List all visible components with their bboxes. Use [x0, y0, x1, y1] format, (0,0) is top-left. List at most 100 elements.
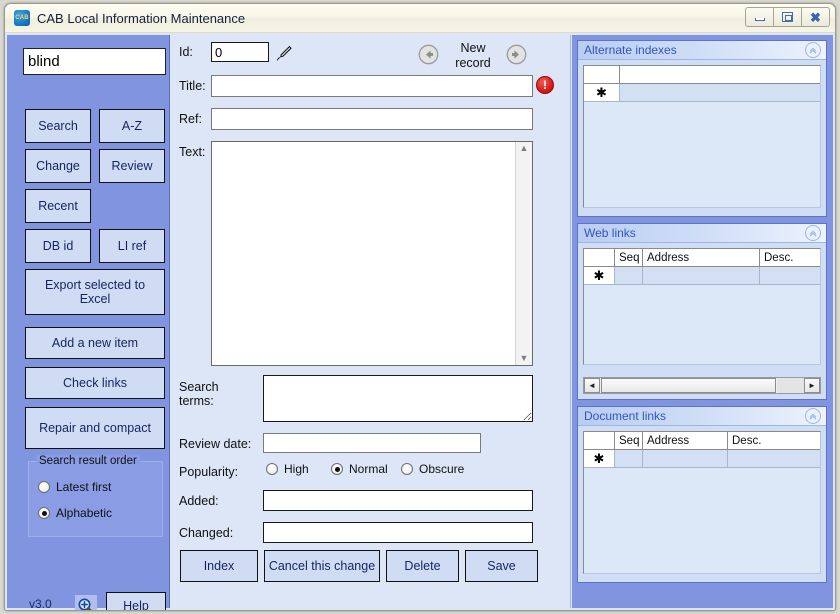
new-row-marker: ✱ — [584, 84, 620, 102]
scroll-right-icon[interactable]: ► — [804, 378, 820, 393]
pencil-icon[interactable] — [276, 45, 294, 61]
close-glyph: ✖ — [810, 9, 821, 25]
table-row[interactable]: ✱ — [584, 267, 820, 285]
changed-label: Changed: — [179, 526, 234, 540]
id-input[interactable] — [211, 42, 269, 62]
document-links-grid[interactable]: Seq Address Desc. ✱ — [583, 431, 821, 574]
added-label: Added: — [179, 494, 219, 508]
row-cell-address[interactable] — [643, 450, 728, 468]
row-cell-value[interactable] — [620, 84, 820, 102]
change-button[interactable]: Change — [25, 149, 91, 183]
changed-input[interactable] — [263, 522, 533, 543]
window-controls: ✖ — [745, 7, 830, 27]
export-to-excel-button[interactable]: Export selected to Excel — [25, 269, 165, 315]
magnifier-plus-icon[interactable] — [75, 595, 97, 610]
table-row[interactable]: ✱ — [584, 450, 820, 468]
close-icon[interactable]: ✖ — [801, 7, 830, 27]
row-cell-desc[interactable] — [728, 450, 820, 468]
scroll-down-icon[interactable]: ▼ — [520, 354, 529, 363]
window-title: CAB Local Information Maintenance — [37, 10, 246, 26]
title-input[interactable] — [211, 75, 533, 97]
db-id-button[interactable]: DB id — [25, 229, 91, 263]
radio-popularity-obscure-icon — [401, 463, 413, 475]
chevron-up-circle-icon[interactable] — [805, 225, 821, 241]
radio-latest-first-label: Latest first — [56, 480, 112, 494]
radio-popularity-high-icon — [266, 463, 278, 475]
arrow-right-circle-icon[interactable] — [506, 44, 527, 65]
arrow-left-circle-icon[interactable] — [418, 44, 439, 65]
search-terms-input[interactable] — [263, 375, 533, 422]
groupbox-title: Search result order — [36, 455, 140, 467]
radio-alphabetic-icon — [38, 507, 50, 519]
recent-button[interactable]: Recent — [25, 189, 91, 223]
radio-popularity-high[interactable]: High — [266, 462, 309, 476]
repair-and-compact-button[interactable]: Repair and compact — [25, 407, 165, 449]
radio-popularity-obscure[interactable]: Obscure — [401, 462, 464, 476]
chevron-up-circle-icon[interactable] — [805, 408, 821, 424]
scroll-thumb[interactable] — [601, 378, 776, 393]
error-badge-glyph: ! — [543, 78, 547, 92]
web-links-title: Web links — [584, 226, 636, 240]
ref-input[interactable] — [211, 108, 533, 130]
search-button[interactable]: Search — [25, 109, 91, 143]
scroll-track[interactable] — [777, 378, 804, 393]
review-date-input[interactable] — [263, 433, 481, 453]
li-ref-button[interactable]: LI ref — [99, 229, 165, 263]
search-terms-label-line2: terms: — [179, 394, 214, 409]
text-vertical-scrollbar[interactable]: ▲ ▼ — [515, 142, 532, 365]
radio-popularity-normal-label: Normal — [349, 462, 388, 476]
document-links-grid-header: Seq Address Desc. — [584, 432, 820, 450]
web-links-header: Web links — [578, 224, 826, 243]
restore-icon[interactable] — [773, 7, 802, 27]
title-bar: CAB CAB Local Information Maintenance ✖ — [5, 4, 835, 33]
index-button[interactable]: Index — [180, 550, 258, 582]
row-cell-desc[interactable] — [760, 267, 820, 285]
radio-alphabetic[interactable]: Alphabetic — [38, 506, 112, 520]
row-cell-address[interactable] — [643, 267, 760, 285]
review-date-label: Review date: — [179, 437, 252, 451]
search-result-order-groupbox: Search result order Latest first Alphabe… — [28, 455, 163, 537]
added-input[interactable] — [263, 490, 533, 511]
alternate-indexes-grid[interactable]: ✱ — [583, 65, 821, 208]
cancel-this-change-button[interactable]: Cancel this change — [264, 550, 380, 582]
column-header-marker — [584, 432, 615, 449]
row-cell-seq[interactable] — [615, 450, 643, 468]
row-cell-seq[interactable] — [615, 267, 643, 285]
review-button[interactable]: Review — [99, 149, 165, 183]
chevron-up-circle-icon[interactable] — [805, 42, 821, 58]
radio-latest-first[interactable]: Latest first — [38, 480, 111, 494]
column-header-desc: Desc. — [764, 251, 794, 264]
column-header-marker — [584, 66, 620, 83]
text-input[interactable] — [212, 142, 515, 365]
column-header-marker — [584, 249, 615, 266]
minimize-icon[interactable] — [745, 7, 774, 27]
add-new-item-button[interactable]: Add a new item — [25, 327, 165, 359]
help-button[interactable]: Help — [106, 592, 166, 610]
radio-popularity-high-label: High — [284, 462, 309, 476]
alternate-indexes-panel: Alternate indexes ✱ — [577, 40, 827, 217]
save-button[interactable]: Save — [465, 550, 538, 582]
version-label: v3.0 — [29, 597, 52, 611]
web-links-grid-header: Seq Address Desc. — [584, 249, 820, 267]
web-links-grid[interactable]: Seq Address Desc. ✱ — [583, 248, 821, 365]
new-record-line2: record — [455, 56, 491, 70]
web-links-horizontal-scrollbar[interactable]: ◄ ► — [583, 377, 821, 394]
popularity-label: Popularity: — [179, 465, 239, 479]
column-header-seq: Seq — [615, 249, 643, 266]
scroll-left-icon[interactable]: ◄ — [584, 378, 600, 393]
table-row[interactable]: ✱ — [584, 84, 820, 102]
column-header-value — [620, 66, 820, 83]
new-record-line1: New — [460, 41, 486, 55]
text-label: Text: — [179, 145, 206, 159]
check-links-button[interactable]: Check links — [25, 367, 165, 399]
radio-latest-first-icon — [38, 481, 50, 493]
sidebar: Search A-Z Change Review Recent DB id LI… — [7, 35, 170, 611]
search-input[interactable] — [23, 48, 166, 75]
delete-button[interactable]: Delete — [386, 550, 459, 582]
alternate-indexes-header: Alternate indexes — [578, 41, 826, 60]
new-record-label: New record — [443, 41, 503, 71]
radio-popularity-normal[interactable]: Normal — [331, 462, 388, 476]
a-z-button[interactable]: A-Z — [99, 109, 165, 143]
title-error-badge: ! — [536, 76, 554, 94]
scroll-up-icon[interactable]: ▲ — [520, 144, 529, 153]
